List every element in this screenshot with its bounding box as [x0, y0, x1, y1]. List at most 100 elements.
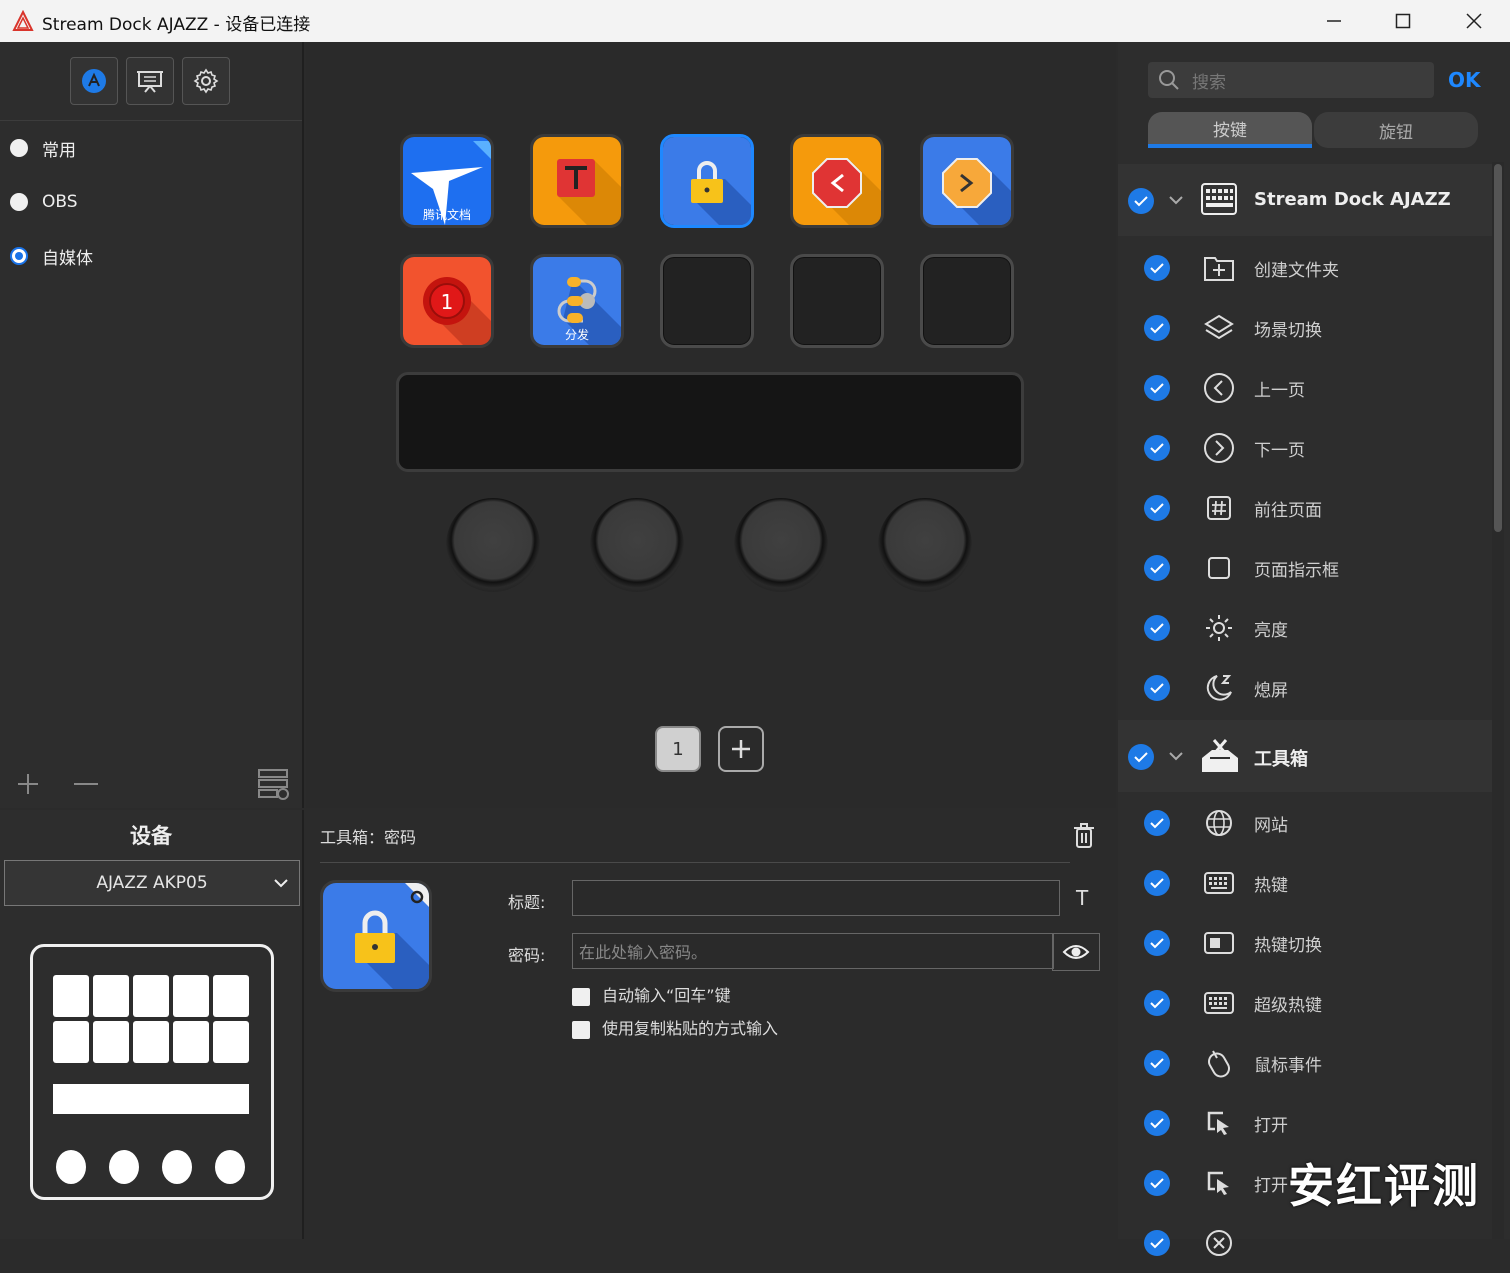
action-check-icon[interactable]: [1144, 1110, 1170, 1136]
close-button[interactable]: [1439, 0, 1509, 42]
action-label: 上一页: [1254, 380, 1305, 401]
action-check-icon[interactable]: [1144, 1170, 1170, 1196]
open-cursor-icon: [1207, 1111, 1229, 1135]
presentation-button[interactable]: [126, 57, 174, 105]
chevron-down-icon[interactable]: [1168, 194, 1184, 206]
action-label: 创建文件夹: [1254, 260, 1339, 281]
auto-enter-checkbox[interactable]: [572, 987, 590, 1006]
action-label: 打开: [1254, 1115, 1288, 1136]
device-select[interactable]: AJAZZ AKP05: [4, 860, 300, 906]
action-page-indicator[interactable]: 页面指示框: [1118, 538, 1490, 598]
action-check-icon[interactable]: [1144, 255, 1170, 281]
action-open[interactable]: 打开: [1118, 1093, 1490, 1153]
minimize-button[interactable]: [1299, 0, 1369, 42]
group-check-icon[interactable]: [1128, 744, 1154, 770]
key-password-lock[interactable]: [660, 134, 754, 228]
ok-button[interactable]: OK: [1448, 68, 1481, 92]
action-check-icon[interactable]: [1144, 930, 1170, 956]
scrollbar-thumb[interactable]: [1494, 164, 1502, 532]
key-empty[interactable]: [660, 254, 754, 348]
properties-panel: 工具箱：密码 标题: T 密码: 在此处输入密码。 自动输入“回车”键 使用复制…: [306, 810, 1116, 1239]
key-previous-page[interactable]: [790, 134, 884, 228]
action-mouse-event[interactable]: 鼠标事件: [1118, 1033, 1490, 1093]
action-check-icon[interactable]: [1144, 810, 1170, 836]
action-hotkey-toggle[interactable]: 热键切换: [1118, 913, 1490, 973]
device-preview: [30, 944, 274, 1200]
action-icon-preview[interactable]: [320, 880, 432, 992]
key-text[interactable]: [530, 134, 624, 228]
action-group-toolbox[interactable]: 工具箱: [1118, 720, 1492, 792]
action-hotkey[interactable]: 热键: [1118, 853, 1490, 913]
action-check-icon[interactable]: [1144, 615, 1170, 641]
profile-radio[interactable]: [10, 139, 28, 157]
knob-2[interactable]: [590, 498, 684, 592]
profile-item-zimeiti[interactable]: 自媒体: [10, 241, 93, 271]
paste-input-option[interactable]: 使用复制粘贴的方式输入: [572, 1015, 778, 1039]
action-check-icon[interactable]: [1144, 315, 1170, 341]
key-dispatch[interactable]: 分发: [530, 254, 624, 348]
delete-action-button[interactable]: [1072, 822, 1096, 850]
action-check-icon[interactable]: [1144, 990, 1170, 1016]
title-input[interactable]: [572, 880, 1060, 916]
text-format-icon[interactable]: T: [1076, 886, 1088, 910]
action-screen-off[interactable]: 熄屏: [1118, 658, 1490, 718]
action-goto-page[interactable]: 前往页面: [1118, 478, 1490, 538]
keyboard-icon: [1204, 872, 1234, 894]
action-create-folder[interactable]: 创建文件夹: [1118, 238, 1490, 298]
store-button[interactable]: [70, 57, 118, 105]
add-profile-button[interactable]: [14, 770, 42, 798]
group-check-icon[interactable]: [1128, 188, 1154, 214]
profile-item-obs[interactable]: OBS: [10, 187, 78, 217]
tab-keys[interactable]: 按键: [1148, 112, 1312, 148]
key-record[interactable]: 1: [400, 254, 494, 348]
action-check-icon[interactable]: [1144, 495, 1170, 521]
auto-enter-option[interactable]: 自动输入“回车”键: [572, 982, 731, 1006]
action-scene-switch[interactable]: 场景切换: [1118, 298, 1490, 358]
action-previous-page[interactable]: 上一页: [1118, 358, 1490, 418]
action-search[interactable]: 搜索: [1148, 62, 1434, 98]
open-cursor-icon: [1207, 1171, 1229, 1195]
action-check-icon[interactable]: [1144, 555, 1170, 581]
knob-4[interactable]: [878, 498, 972, 592]
profile-radio[interactable]: [10, 193, 28, 211]
action-super-hotkey[interactable]: 超级热键: [1118, 973, 1490, 1033]
add-page-button[interactable]: [718, 726, 764, 772]
moon-sleep-icon: [1206, 675, 1232, 701]
key-empty[interactable]: [790, 254, 884, 348]
password-input[interactable]: 在此处输入密码。: [572, 933, 1054, 969]
page-button-1[interactable]: 1: [655, 726, 701, 772]
profile-radio-selected[interactable]: [10, 247, 28, 265]
properties-header: 工具箱：密码: [320, 828, 417, 847]
key-empty[interactable]: [920, 254, 1014, 348]
tab-knobs[interactable]: 旋钮: [1314, 112, 1478, 148]
action-label: 页面指示框: [1254, 560, 1339, 581]
action-group-stream-dock[interactable]: Stream Dock AJAZZ: [1118, 164, 1492, 236]
action-partial-next[interactable]: [1118, 1213, 1490, 1273]
profile-manage-button[interactable]: [256, 766, 292, 802]
knob-1[interactable]: [446, 498, 540, 592]
action-check-icon[interactable]: [1144, 870, 1170, 896]
action-check-icon[interactable]: [1144, 435, 1170, 461]
scrollbar-track[interactable]: [1492, 162, 1504, 1239]
key-tencent-docs[interactable]: 腾讯文档: [400, 134, 494, 228]
touch-strip[interactable]: [396, 372, 1024, 472]
action-website[interactable]: 网站: [1118, 793, 1490, 853]
profile-item-changyong[interactable]: 常用: [10, 133, 76, 163]
knob-3[interactable]: [734, 498, 828, 592]
keypad-canvas: 腾讯文档 1 分发 1: [306, 42, 1116, 808]
maximize-button[interactable]: [1368, 0, 1438, 42]
action-next-page[interactable]: 下一页: [1118, 418, 1490, 478]
action-check-icon[interactable]: [1144, 1050, 1170, 1076]
remove-profile-button[interactable]: [72, 770, 100, 798]
paste-input-checkbox[interactable]: [572, 1020, 590, 1039]
action-check-icon[interactable]: [1144, 675, 1170, 701]
settings-button[interactable]: [182, 57, 230, 105]
action-check-icon[interactable]: [1144, 375, 1170, 401]
chevron-down-icon[interactable]: [1168, 750, 1184, 762]
action-brightness[interactable]: 亮度: [1118, 598, 1490, 658]
action-check-icon[interactable]: [1144, 1230, 1170, 1256]
title-bar: Stream Dock AJAZZ - 设备已连接: [0, 0, 1510, 42]
show-password-button[interactable]: [1052, 933, 1100, 971]
chevron-down-icon: [274, 879, 288, 888]
key-next-page[interactable]: [920, 134, 1014, 228]
